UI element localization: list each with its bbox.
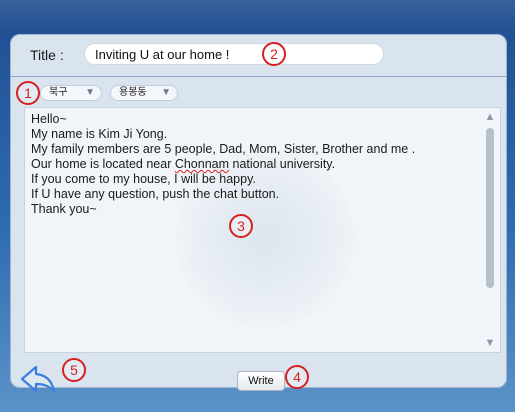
neighborhood-dropdown[interactable]: 용봉동 ▼ — [110, 85, 178, 101]
title-row: Title : Inviting U at our home ! — [10, 40, 507, 72]
triangle-up-icon[interactable]: ▲ — [484, 111, 496, 123]
body-line: My family members are 5 people, Dad, Mom… — [31, 142, 416, 156]
spellcheck-word: Chonnam — [174, 157, 230, 171]
body-line-part: Our home is located near — [31, 157, 175, 171]
message-body-text: Hello~ My name is Kim Ji Yong. My family… — [31, 112, 486, 217]
body-line: Thank you~ — [31, 202, 97, 216]
write-button[interactable]: Write — [237, 371, 285, 391]
body-line: If you come to my house, I will be happy… — [31, 172, 256, 186]
triangle-down-icon[interactable]: ▼ — [484, 337, 496, 349]
body-line: My name is Kim Ji Yong. — [31, 127, 168, 141]
district-dropdown[interactable]: 북구 ▼ — [40, 85, 102, 101]
app-window: Title : Inviting U at our home ! 북구 ▼ 용봉… — [0, 0, 515, 412]
annotation-marker-1: 1 — [16, 81, 40, 105]
annotation-marker-4: 4 — [285, 365, 309, 389]
annotation-marker-3: 3 — [229, 214, 253, 238]
neighborhood-dropdown-value: 용봉동 — [119, 87, 147, 98]
vertical-scrollbar[interactable]: ▲ ▼ — [482, 108, 498, 352]
district-dropdown-value: 북구 — [49, 87, 68, 98]
back-arrow-icon[interactable] — [18, 364, 58, 394]
scroll-thumb[interactable] — [486, 128, 494, 288]
divider — [10, 76, 507, 77]
body-line: Our home is located near Chonnam nationa… — [31, 157, 486, 172]
body-line: Hello~ — [31, 112, 67, 126]
title-input[interactable]: Inviting U at our home ! — [84, 43, 384, 65]
message-body-textarea[interactable]: Hello~ My name is Kim Ji Yong. My family… — [24, 107, 501, 353]
triangle-down-icon: ▼ — [161, 87, 171, 98]
body-line: If U have any question, push the chat bu… — [31, 187, 280, 201]
annotation-marker-5: 5 — [62, 358, 86, 382]
title-label: Title : — [30, 47, 64, 63]
annotation-marker-2: 2 — [262, 42, 286, 66]
body-line-part: national university. — [229, 157, 336, 171]
triangle-down-icon: ▼ — [85, 87, 95, 98]
